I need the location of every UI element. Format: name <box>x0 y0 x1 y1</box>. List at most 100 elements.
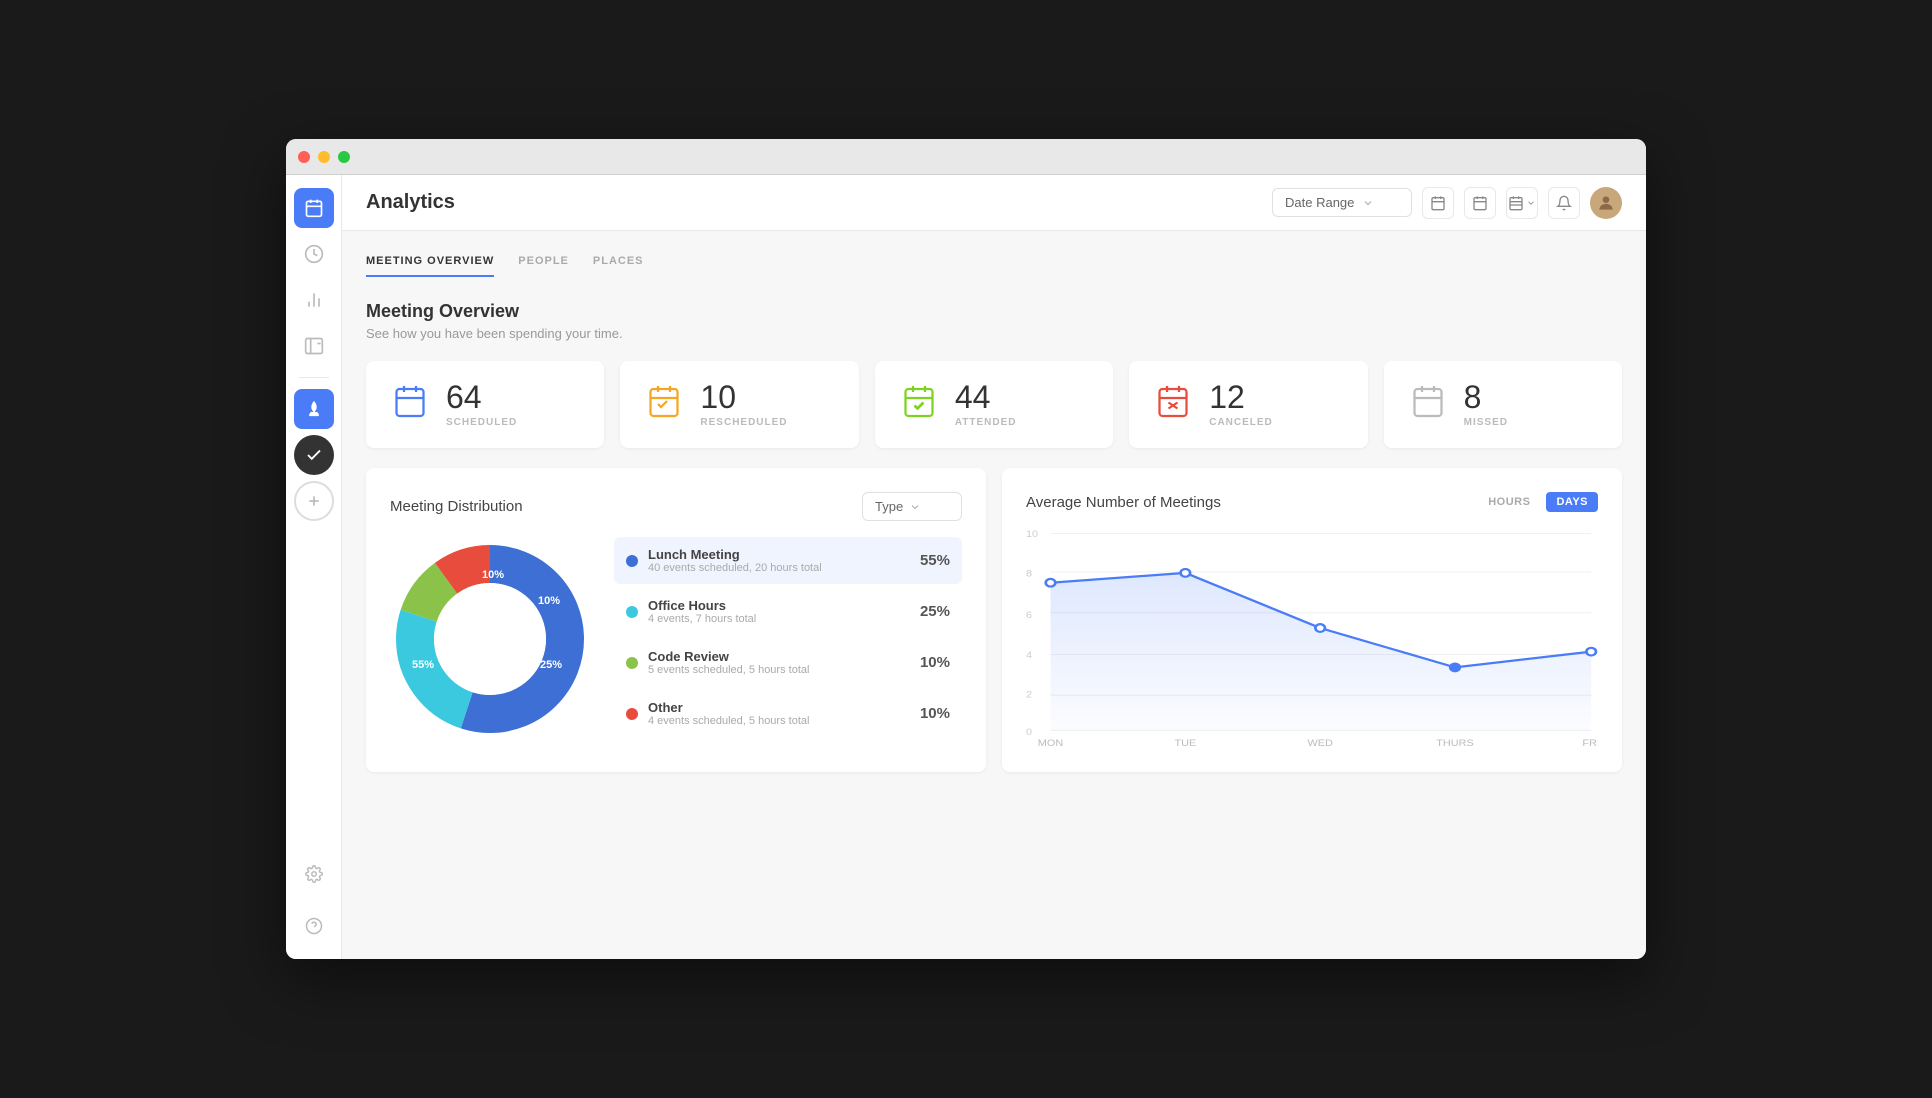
rescheduled-number: 10 <box>700 381 787 413</box>
notification-bell-icon[interactable] <box>1548 187 1580 219</box>
legend-dot-other <box>626 708 638 720</box>
svg-text:4: 4 <box>1026 651 1033 661</box>
tab-people[interactable]: People <box>518 255 569 277</box>
legend-sub-lunch: 40 events scheduled, 20 hours total <box>648 562 910 574</box>
legend-row-other[interactable]: Other 4 events scheduled, 5 hours total … <box>614 690 962 737</box>
legend-dot-office <box>626 606 638 618</box>
legend-row-office[interactable]: Office Hours 4 events, 7 hours total 25% <box>614 588 962 635</box>
sidebar-item-chart[interactable] <box>294 280 334 320</box>
date-range-input[interactable]: Date Range <box>1272 188 1412 217</box>
attended-number: 44 <box>955 381 1017 413</box>
legend-pct-code: 10% <box>920 654 950 671</box>
attended-label: Attended <box>955 417 1017 428</box>
canceled-label: Canceled <box>1209 417 1273 428</box>
content-area: Meeting Overview People Places Meeting O… <box>342 231 1646 959</box>
svg-text:MON: MON <box>1038 739 1063 748</box>
distribution-card: Meeting Distribution Type <box>366 468 986 772</box>
scheduled-number: 64 <box>446 381 517 413</box>
legend-sub-office: 4 events, 7 hours total <box>648 613 910 625</box>
stat-card-attended: 44 Attended <box>875 361 1113 448</box>
sidebar-item-contacts[interactable] <box>294 326 334 366</box>
minimize-button[interactable] <box>318 151 330 163</box>
attended-icon <box>899 383 939 426</box>
tab-meeting-overview[interactable]: Meeting Overview <box>366 255 494 277</box>
svg-text:FRI: FRI <box>1582 739 1598 748</box>
missed-icon <box>1408 383 1448 426</box>
top-bar: Analytics Date Range <box>342 175 1646 231</box>
legend-row-lunch[interactable]: Lunch Meeting 40 events scheduled, 20 ho… <box>614 537 962 584</box>
svg-text:WED: WED <box>1307 739 1332 748</box>
sidebar-item-nike[interactable] <box>294 435 334 475</box>
type-dropdown[interactable]: Type <box>862 492 962 521</box>
legend-sub-other: 4 events scheduled, 5 hours total <box>648 715 910 727</box>
stat-cards: 64 Scheduled 10 <box>366 361 1622 448</box>
sidebar-item-help[interactable] <box>294 906 334 946</box>
toggle-days[interactable]: DAYS <box>1546 492 1598 512</box>
canceled-icon <box>1153 383 1193 426</box>
sidebar-item-calendar[interactable] <box>294 188 334 228</box>
close-button[interactable] <box>298 151 310 163</box>
app-body: Analytics Date Range <box>286 175 1646 959</box>
legend-info-office: Office Hours 4 events, 7 hours total <box>648 598 910 625</box>
tab-places[interactable]: Places <box>593 255 644 277</box>
rescheduled-label: Rescheduled <box>700 417 787 428</box>
svg-text:THURS: THURS <box>1436 739 1474 748</box>
legend-info-other: Other 4 events scheduled, 5 hours total <box>648 700 910 727</box>
legend-pct-other: 10% <box>920 705 950 722</box>
sidebar-item-rocket[interactable] <box>294 389 334 429</box>
avg-meetings-title: Average Number of Meetings <box>1026 494 1221 511</box>
missed-number: 8 <box>1464 381 1508 413</box>
distribution-title: Meeting Distribution <box>390 498 523 515</box>
donut-label-other: 10% <box>482 569 504 581</box>
scheduled-label: Scheduled <box>446 417 517 428</box>
tabs: Meeting Overview People Places <box>366 255 1622 277</box>
view-icon-3[interactable] <box>1506 187 1538 219</box>
legend-row-code[interactable]: Code Review 5 events scheduled, 5 hours … <box>614 639 962 686</box>
legend-info-lunch: Lunch Meeting 40 events scheduled, 20 ho… <box>648 547 910 574</box>
svg-text:TUE: TUE <box>1174 739 1196 748</box>
sidebar-item-settings[interactable] <box>294 854 334 894</box>
section-title: Meeting Overview <box>366 301 1622 322</box>
view-icon-1[interactable] <box>1422 187 1454 219</box>
view-icon-2[interactable] <box>1464 187 1496 219</box>
legend-sub-code: 5 events scheduled, 5 hours total <box>648 664 910 676</box>
legend-name-code: Code Review <box>648 649 910 664</box>
sidebar-item-add[interactable] <box>294 481 334 521</box>
svg-text:0: 0 <box>1026 728 1033 738</box>
chart-svg: 10 8 6 4 2 0 <box>1026 528 1598 748</box>
legend-pct-office: 25% <box>920 603 950 620</box>
app-window: Analytics Date Range <box>286 139 1646 959</box>
legend-name-lunch: Lunch Meeting <box>648 547 910 562</box>
scheduled-icon <box>390 383 430 426</box>
distribution-content: 55% 25% 10% 10% <box>390 537 962 741</box>
stat-card-canceled: 12 Canceled <box>1129 361 1367 448</box>
sidebar-item-clock[interactable] <box>294 234 334 274</box>
main-content: Analytics Date Range <box>342 175 1646 959</box>
line-chart: 10 8 6 4 2 0 <box>1026 528 1598 748</box>
distribution-header: Meeting Distribution Type <box>390 492 962 521</box>
sidebar-bottom <box>294 851 334 949</box>
toggle-hours[interactable]: HOURS <box>1478 492 1540 512</box>
user-avatar[interactable] <box>1590 187 1622 219</box>
donut-label-office: 25% <box>540 659 562 671</box>
svg-text:2: 2 <box>1026 690 1032 700</box>
date-range-label: Date Range <box>1285 195 1354 210</box>
missed-label: Missed <box>1464 417 1508 428</box>
sidebar <box>286 175 342 959</box>
svg-text:10: 10 <box>1026 530 1039 540</box>
type-dropdown-label: Type <box>875 499 903 514</box>
svg-text:6: 6 <box>1026 611 1033 621</box>
chevron-down-icon <box>1362 197 1374 209</box>
donut-chart: 55% 25% 10% 10% <box>390 539 590 739</box>
section-subtitle: See how you have been spending your time… <box>366 326 1622 341</box>
sidebar-divider <box>299 377 329 378</box>
stat-card-rescheduled: 10 Rescheduled <box>620 361 858 448</box>
traffic-lights <box>298 151 350 163</box>
legend-name-office: Office Hours <box>648 598 910 613</box>
legend-pct-lunch: 55% <box>920 552 950 569</box>
titlebar <box>286 139 1646 175</box>
toggle-buttons: HOURS DAYS <box>1478 492 1598 512</box>
legend-name-other: Other <box>648 700 910 715</box>
legend-table: Lunch Meeting 40 events scheduled, 20 ho… <box>614 537 962 741</box>
maximize-button[interactable] <box>338 151 350 163</box>
